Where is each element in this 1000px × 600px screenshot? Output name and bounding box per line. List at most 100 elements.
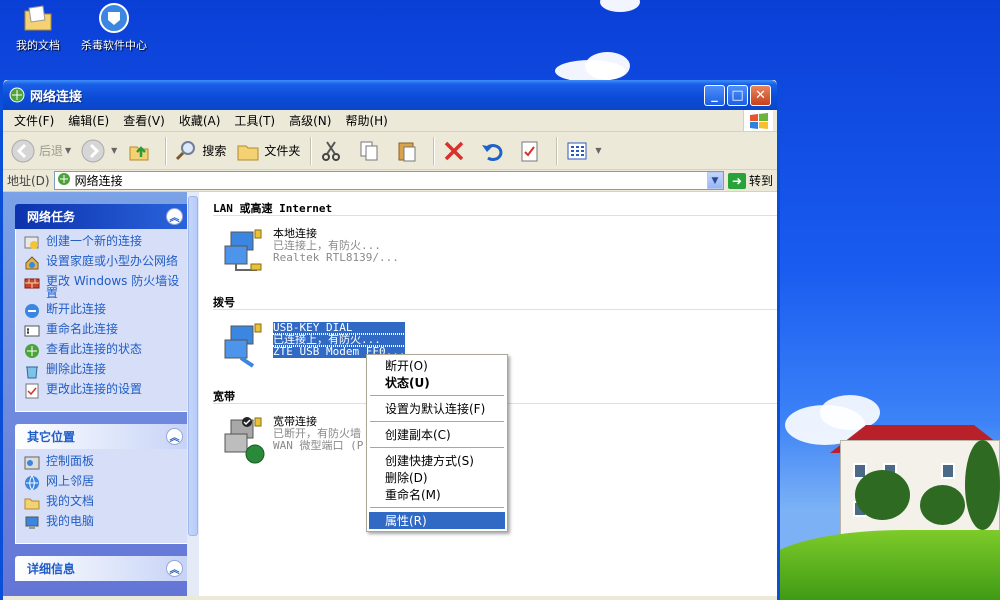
task-change-settings[interactable]: 更改此连接的设置 bbox=[24, 383, 182, 399]
search-icon bbox=[174, 139, 198, 163]
forward-button[interactable]: ▼ bbox=[77, 137, 121, 165]
copy-icon bbox=[357, 139, 381, 163]
task-pane: 网络任务 ︽ 创建一个新的连接 设置家庭或小型办公网络 更改 Windows 防… bbox=[3, 192, 199, 596]
address-value: 网络连接 bbox=[74, 174, 123, 188]
place-control-panel[interactable]: 控制面板 bbox=[24, 455, 182, 471]
desktop-icon-antivirus[interactable]: 杀毒软件中心 bbox=[76, 2, 152, 53]
menu-bar: 文件(F) 编辑(E) 查看(V) 收藏(A) 工具(T) 高级(N) 帮助(H… bbox=[3, 110, 777, 132]
folders-label: 文件夹 bbox=[264, 144, 301, 158]
maximize-button[interactable]: □ bbox=[727, 84, 748, 106]
details-panel: 详细信息 ︽ bbox=[15, 556, 189, 581]
context-status[interactable]: 状态(U) bbox=[369, 374, 505, 391]
menu-advanced[interactable]: 高级(N) bbox=[282, 110, 338, 131]
menu-edit[interactable]: 编辑(E) bbox=[61, 110, 116, 131]
address-dropdown-button[interactable]: ▼ bbox=[706, 172, 723, 189]
go-button[interactable]: ➜ 转到 bbox=[727, 172, 773, 189]
other-places-panel: 其它位置 ︽ 控制面板 网上邻居 我的文档 我的电脑 bbox=[15, 424, 189, 544]
group-header-dialup: 拨号 bbox=[213, 294, 777, 310]
menu-favorites[interactable]: 收藏(A) bbox=[172, 110, 228, 131]
context-create-copy[interactable]: 创建副本(C) bbox=[369, 426, 505, 443]
title-bar[interactable]: 网络连接 _ □ ✕ bbox=[3, 80, 777, 110]
connection-device: Realtek RTL8139/... bbox=[273, 251, 399, 264]
network-tasks-panel: 网络任务 ︽ 创建一个新的连接 设置家庭或小型办公网络 更改 Windows 防… bbox=[15, 204, 189, 412]
collapse-icon[interactable]: ︽ bbox=[166, 560, 183, 577]
menu-separator bbox=[370, 507, 504, 508]
place-my-documents[interactable]: 我的文档 bbox=[24, 495, 182, 511]
context-disconnect[interactable]: 断开(O) bbox=[369, 357, 505, 374]
network-tasks-list: 创建一个新的连接 设置家庭或小型办公网络 更改 Windows 防火墙设置 断开… bbox=[15, 229, 189, 412]
search-label: 搜索 bbox=[202, 144, 227, 158]
copy-button[interactable] bbox=[353, 137, 389, 165]
cut-button[interactable] bbox=[315, 137, 351, 165]
globe-icon bbox=[24, 475, 40, 491]
scrollbar-thumb[interactable] bbox=[188, 196, 198, 536]
chevron-down-icon: ▼ bbox=[65, 146, 72, 155]
clipboard-icon bbox=[395, 139, 419, 163]
group-header-lan: LAN 或高速 Internet bbox=[213, 200, 777, 216]
back-button[interactable]: 后退 ▼ bbox=[7, 137, 75, 165]
search-button[interactable]: 搜索 bbox=[170, 137, 230, 165]
task-rename[interactable]: 重命名此连接 bbox=[24, 323, 182, 339]
task-firewall-settings[interactable]: 更改 Windows 防火墙设置 bbox=[24, 275, 182, 299]
menu-help[interactable]: 帮助(H) bbox=[338, 110, 394, 131]
menu-file[interactable]: 文件(F) bbox=[7, 110, 61, 131]
context-delete[interactable]: 删除(D) bbox=[369, 469, 505, 486]
rename-icon bbox=[24, 323, 40, 339]
folder-icon bbox=[236, 139, 260, 163]
context-rename[interactable]: 重命名(M) bbox=[369, 486, 505, 503]
chevron-down-icon: ▼ bbox=[111, 146, 118, 155]
scissors-icon bbox=[319, 139, 343, 163]
context-create-shortcut[interactable]: 创建快捷方式(S) bbox=[369, 452, 505, 469]
new-connection-icon bbox=[24, 235, 40, 251]
menu-view[interactable]: 查看(V) bbox=[116, 110, 172, 131]
task-create-connection[interactable]: 创建一个新的连接 bbox=[24, 235, 182, 251]
minimize-button[interactable]: _ bbox=[704, 84, 725, 106]
back-label: 后退 bbox=[39, 144, 64, 158]
up-folder-button[interactable] bbox=[123, 137, 159, 165]
properties-icon bbox=[518, 139, 542, 163]
collapse-icon[interactable]: ︽ bbox=[166, 428, 183, 445]
task-delete[interactable]: 删除此连接 bbox=[24, 363, 182, 379]
firewall-icon bbox=[24, 275, 40, 291]
other-places-header[interactable]: 其它位置 ︽ bbox=[15, 424, 189, 449]
place-network-neighborhood[interactable]: 网上邻居 bbox=[24, 475, 182, 491]
menu-separator bbox=[370, 421, 504, 422]
desktop-icon-label: 杀毒软件中心 bbox=[81, 39, 147, 52]
delete-button[interactable] bbox=[438, 137, 474, 165]
task-disconnect[interactable]: 断开此连接 bbox=[24, 303, 182, 319]
settings-doc-icon bbox=[24, 383, 40, 399]
close-button[interactable]: ✕ bbox=[750, 84, 771, 106]
address-label: 地址(D) bbox=[7, 174, 50, 188]
desktop-icon-label: 我的文档 bbox=[16, 39, 60, 52]
status-icon bbox=[24, 343, 40, 359]
wallpaper-grass bbox=[760, 530, 1000, 600]
up-folder-icon bbox=[127, 139, 151, 163]
desktop-icon-my-documents[interactable]: 我的文档 bbox=[0, 2, 76, 53]
windows-logo-icon bbox=[743, 110, 773, 131]
task-pane-scrollbar[interactable] bbox=[187, 192, 199, 596]
context-set-default[interactable]: 设置为默认连接(F) bbox=[369, 400, 505, 417]
views-button[interactable]: ▼ bbox=[561, 137, 605, 165]
collapse-icon[interactable]: ︽ bbox=[166, 208, 183, 225]
task-home-network[interactable]: 设置家庭或小型办公网络 bbox=[24, 255, 182, 271]
address-bar: 地址(D) 网络连接 ▼ ➜ 转到 bbox=[3, 170, 777, 192]
network-tasks-header[interactable]: 网络任务 ︽ bbox=[15, 204, 189, 229]
task-view-status[interactable]: 查看此连接的状态 bbox=[24, 343, 182, 359]
connection-local-area[interactable]: 本地连接 已连接上，有防火... Realtek RTL8139/... bbox=[221, 228, 777, 286]
address-input[interactable]: 网络连接 ▼ bbox=[53, 171, 724, 190]
other-places-list: 控制面板 网上邻居 我的文档 我的电脑 bbox=[15, 449, 189, 544]
details-header[interactable]: 详细信息 ︽ bbox=[15, 556, 189, 581]
control-panel-icon bbox=[24, 455, 40, 471]
properties-button[interactable] bbox=[514, 137, 550, 165]
paste-button[interactable] bbox=[391, 137, 427, 165]
menu-tools[interactable]: 工具(T) bbox=[227, 110, 282, 131]
toolbar: 后退 ▼ ▼ 搜索 文件夹 ▼ bbox=[3, 132, 777, 170]
undo-button[interactable] bbox=[476, 137, 512, 165]
menu-separator bbox=[370, 447, 504, 448]
back-arrow-icon bbox=[11, 139, 35, 163]
chevron-down-icon: ▼ bbox=[595, 146, 602, 155]
folders-button[interactable]: 文件夹 bbox=[232, 137, 304, 165]
context-properties[interactable]: 属性(R) bbox=[369, 512, 505, 529]
delete-x-icon bbox=[442, 139, 466, 163]
place-my-computer[interactable]: 我的电脑 bbox=[24, 515, 182, 531]
